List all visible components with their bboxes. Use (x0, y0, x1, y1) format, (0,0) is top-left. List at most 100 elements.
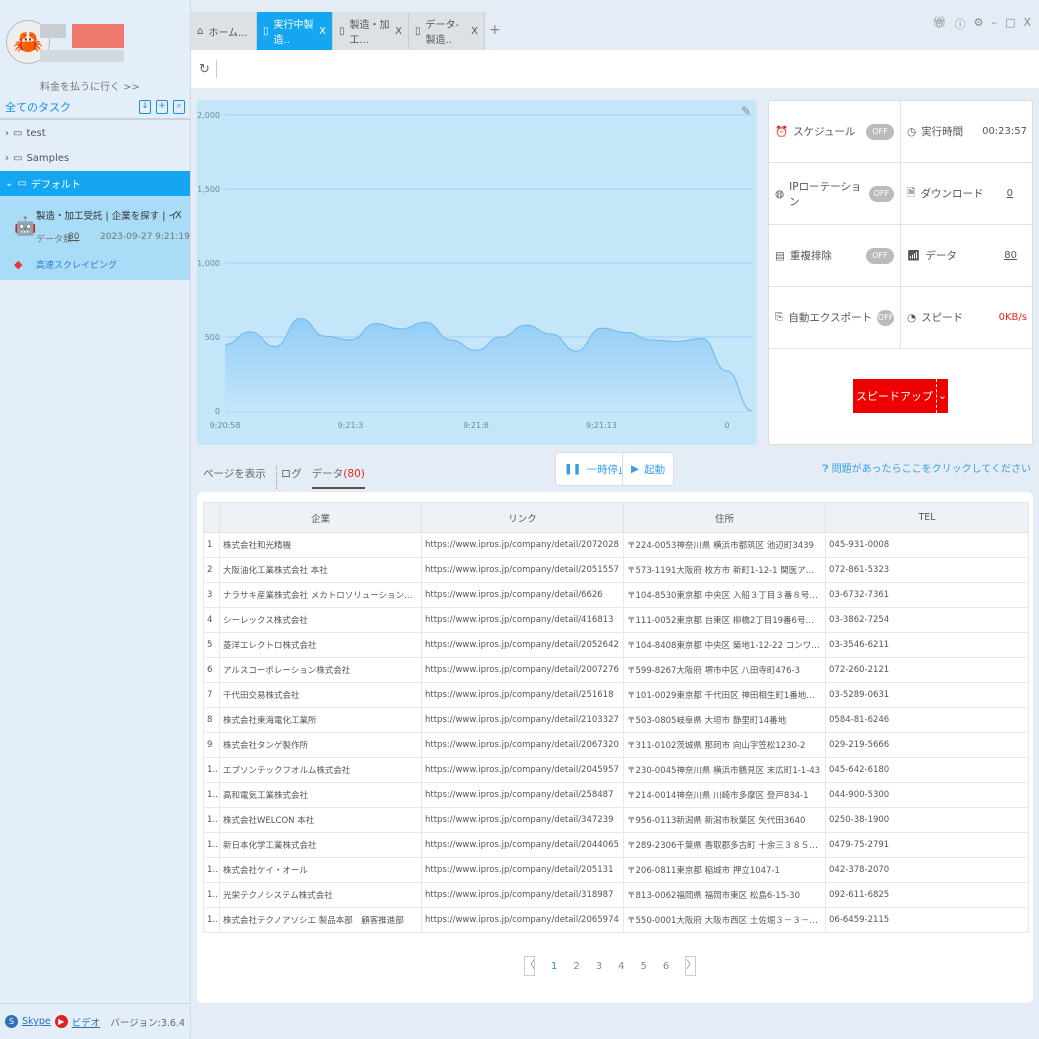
column-header[interactable]: 企業 (219, 502, 422, 533)
help-link[interactable]: ❓︎ 問題があったらここをクリックしてください (822, 460, 1031, 475)
tel-cell: 042-378-2070 (825, 857, 1029, 883)
folder-samples[interactable]: › ▭ Samples (0, 146, 190, 171)
pay-link[interactable]: 料金を払うに行く >> (40, 78, 140, 93)
table-row[interactable]: 16 株式会社テクノアソシエ 製品本部 顧客推進部 https://www.ipro… (203, 907, 1029, 933)
page-1[interactable]: 1 (551, 961, 557, 972)
help-icon[interactable]: ⓘ (955, 16, 966, 32)
y-tick-label: 0 (215, 407, 220, 416)
table-row[interactable]: 9 株式会社タンゲ製作所 https://www.ipros.jp/company/… (203, 732, 1029, 758)
prev-page-button[interactable]: 〈 (524, 956, 535, 976)
tab-data-view[interactable]: データ(80) (311, 466, 365, 489)
page-icon: ▯ (339, 25, 345, 37)
link-cell: https://www.ipros.jp/company/detail/2516… (421, 682, 624, 708)
maximize-icon[interactable]: □ (1005, 16, 1015, 32)
address-input[interactable] (215, 60, 217, 78)
task-title[interactable]: 製造・加工受託 | 企業を探す | イプロスもの... (36, 208, 176, 222)
tab-manufacturing[interactable]: ▯ 製造・加工... X (333, 12, 409, 50)
column-header[interactable]: 住所 (623, 502, 826, 533)
skype-link[interactable]: Skype (22, 1016, 51, 1027)
table-row[interactable]: 11 高和電気工業株式会社 https://www.ipros.jp/company… (203, 782, 1029, 808)
ip-rotation-toggle[interactable]: OFF (868, 185, 894, 202)
table-row[interactable]: 12 株式会社WELCON 本社 https://www.ipros.jp/comp… (203, 807, 1029, 833)
table-row[interactable]: 1 株式会社和光精機 https://www.ipros.jp/company/de… (203, 532, 1029, 558)
link-cell: https://www.ipros.jp/company/detail/3189… (421, 882, 624, 908)
page-3[interactable]: 3 (596, 961, 602, 972)
tab-running[interactable]: ▯ 実行中製造.. X (257, 12, 333, 50)
next-page-button[interactable]: 〉 (685, 956, 697, 976)
page-2[interactable]: 2 (573, 961, 579, 972)
start-button[interactable]: ▶ 起動 (622, 452, 675, 486)
chevron-down-icon[interactable]: ⌄ (936, 379, 948, 413)
link-cell: https://www.ipros.jp/company/detail/2052… (421, 632, 624, 658)
search-task-icon[interactable]: ⌕ (173, 100, 185, 114)
new-task-icon[interactable]: + (156, 100, 168, 114)
data-count[interactable]: 80 (68, 232, 79, 242)
chart-icon: 📶︎ (907, 250, 921, 262)
company-cell: 光栄テクノシステム株式会社 (219, 882, 422, 908)
column-header[interactable]: TEL (825, 502, 1029, 533)
area-fill (225, 318, 752, 411)
tab-home[interactable]: ⌂ ホーム... (191, 12, 257, 50)
schedule-toggle[interactable]: OFF (866, 123, 894, 140)
refresh-icon[interactable]: ↻ (199, 62, 210, 77)
table-row[interactable]: 15 光栄テクノシステム株式会社 https://www.ipros.jp/comp… (203, 882, 1029, 908)
close-task-icon[interactable]: X (175, 210, 182, 221)
link-cell: https://www.ipros.jp/company/detail/2044… (421, 832, 624, 858)
table-row[interactable]: 10 エプソンテックフオルム株式会社 https://www.ipros.jp/co… (203, 757, 1029, 783)
tab-log[interactable]: ログ (275, 466, 302, 489)
minimize-icon[interactable]: – (992, 16, 998, 32)
close-tab-icon[interactable]: X (395, 26, 402, 37)
table-row[interactable]: 2 大阪油化工業株式会社 本社 https://www.ipros.jp/compa… (203, 557, 1029, 583)
version-label: バージョン:3.6.4 (110, 1017, 185, 1029)
task-item[interactable]: 🤖 製造・加工受託 | 企業を探す | イプロスもの... X データ数 : 8… (0, 196, 190, 280)
table-row[interactable]: 14 株式会社ケイ・オール https://www.ipros.jp/company… (203, 857, 1029, 883)
company-cell: 株式会社WELCON 本社 (219, 807, 422, 833)
link-cell: https://www.ipros.jp/company/detail/3472… (421, 807, 624, 833)
speed-up-button[interactable]: スピードアップ ⌄ (853, 379, 948, 413)
table-row[interactable]: 4 シーレックス株式会社 https://www.ipros.jp/company/… (203, 607, 1029, 633)
tab-label: 製造・加工... (349, 20, 390, 46)
page-6[interactable]: 6 (663, 961, 669, 972)
edit-icon[interactable]: ✎ (741, 104, 751, 118)
table-row[interactable]: 8 株式会社東海電化工業所 https://www.ipros.jp/company… (203, 707, 1029, 733)
folder-test[interactable]: › ▭ test (0, 121, 190, 146)
y-tick-label: 1,500 (197, 185, 220, 194)
close-tab-icon[interactable]: X (471, 26, 478, 37)
video-icon: ▶ (54, 1015, 68, 1028)
tab-page-view[interactable]: ページを表示 (203, 466, 266, 489)
x-tick-label: 0 (724, 421, 729, 430)
company-cell: 株式会社テクノアソシエ 製品本部 顧客推進部 (219, 907, 422, 933)
page-4[interactable]: 4 (618, 961, 624, 972)
page-5[interactable]: 5 (641, 961, 647, 972)
table-row[interactable]: 7 千代田交易株式会社 https://www.ipros.jp/company/d… (203, 682, 1029, 708)
company-cell: 株式会社タンゲ製作所 (219, 732, 422, 758)
task-timestamp: 2023-09-27 9:21:19 (100, 232, 190, 242)
auto-export-toggle[interactable]: OFF (877, 309, 894, 326)
tab-data[interactable]: ▯ データ-製造.. X (409, 12, 485, 50)
dedupe-toggle[interactable]: OFF (866, 247, 894, 264)
close-window-icon[interactable]: X (1023, 16, 1031, 32)
folder-default[interactable]: ⌄ ▭ デフォルト (0, 171, 190, 196)
download-value[interactable]: 0 (1007, 188, 1013, 199)
start-label: 起動 (644, 463, 666, 476)
folder-label: デフォルト (30, 180, 81, 191)
table-row[interactable]: 13 新日本化学工業株式会社 https://www.ipros.jp/compan… (203, 832, 1029, 858)
column-header[interactable]: リンク (421, 502, 624, 533)
tel-cell: 0250-38-1900 (825, 807, 1029, 833)
add-tab-button[interactable]: + (489, 22, 501, 38)
link-cell: https://www.ipros.jp/company/detail/2007… (421, 657, 624, 683)
table-row[interactable]: 6 アルスコーポレーション株式会社 https://www.ipros.jp/com… (203, 657, 1029, 683)
ip-rotation-row: ◍ IPローテーション OFF (769, 163, 901, 225)
link-cell: https://www.ipros.jp/company/detail/2051… (421, 857, 624, 883)
data-value[interactable]: 80 (1004, 250, 1017, 261)
gear-icon[interactable]: ⚙ (974, 16, 984, 32)
table-row[interactable]: 5 菱洋エレクトロ株式会社 https://www.ipros.jp/company… (203, 632, 1029, 658)
table-row[interactable]: 3ナラサキ産業株式会社 メカトロソリューション部 機能材料課https://ww… (203, 582, 1029, 608)
blurred-username (40, 24, 66, 38)
all-tasks-label[interactable]: 全てのタスク (5, 99, 71, 115)
gift-icon[interactable]: 🎁︎ (933, 16, 947, 32)
close-tab-icon[interactable]: X (319, 26, 326, 37)
video-link[interactable]: ビデオ (72, 1015, 101, 1029)
import-task-icon[interactable]: ↓ (139, 100, 151, 114)
address-cell: 〒224-0053神奈川県 横浜市都筑区 池辺町3439 (623, 532, 826, 558)
